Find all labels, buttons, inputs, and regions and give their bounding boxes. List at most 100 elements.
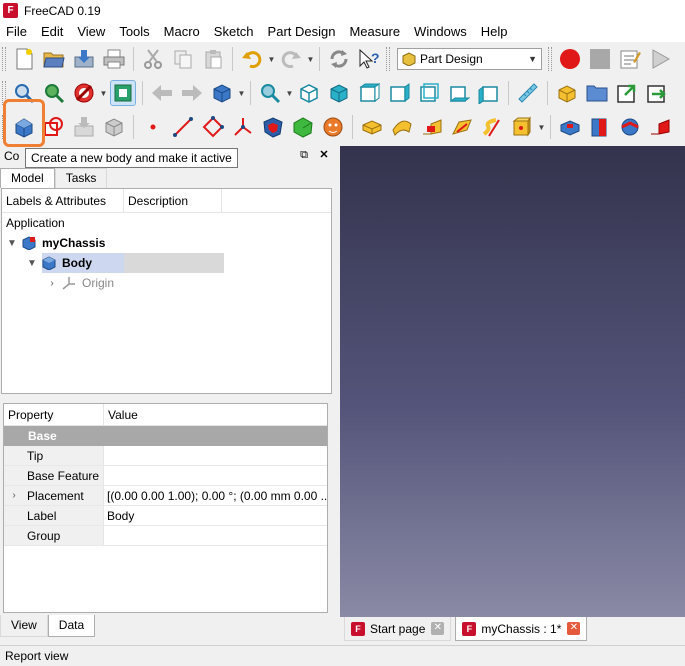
new-document-icon[interactable] — [11, 46, 37, 72]
rear-view-icon[interactable] — [416, 80, 442, 106]
chevron-right-icon[interactable]: › — [46, 278, 58, 289]
create-link-icon[interactable] — [614, 80, 640, 106]
toolbar-grip[interactable] — [548, 47, 552, 71]
pad-icon[interactable] — [359, 114, 385, 140]
tree-column-description[interactable]: Description — [124, 189, 222, 212]
toolbar-grip[interactable] — [2, 81, 6, 105]
draw-style-dropdown-icon[interactable]: ▼ — [99, 80, 108, 106]
paste-icon[interactable] — [200, 46, 226, 72]
chevron-down-icon[interactable]: ▼ — [6, 238, 18, 249]
toolbar-grip[interactable] — [2, 115, 6, 139]
tree-column-labels[interactable]: Labels & Attributes — [2, 189, 124, 212]
bottom-view-icon[interactable] — [446, 80, 472, 106]
menu-edit[interactable]: Edit — [34, 21, 70, 42]
fit-all-icon[interactable] — [11, 80, 37, 106]
redo-dropdown-icon[interactable]: ▼ — [306, 46, 315, 72]
sync-view-dropdown-icon[interactable]: ▼ — [237, 80, 246, 106]
refresh-icon[interactable] — [326, 46, 352, 72]
back-arrow-icon[interactable] — [149, 80, 175, 106]
property-row[interactable]: › Placement [(0.00 0.00 1.00); 0.00 °; (… — [4, 486, 327, 506]
menu-help[interactable]: Help — [474, 21, 515, 42]
datum-plane-icon[interactable] — [200, 114, 226, 140]
menu-tools[interactable]: Tools — [112, 21, 156, 42]
additive-primitive-dropdown-icon[interactable]: ▼ — [537, 114, 546, 140]
hole-icon[interactable] — [587, 114, 613, 140]
menu-part-design[interactable]: Part Design — [261, 21, 343, 42]
macro-record-icon[interactable] — [557, 46, 583, 72]
tree-item-origin[interactable]: › Origin — [2, 273, 331, 293]
create-group-icon[interactable] — [584, 80, 610, 106]
clone-binder-icon[interactable] — [320, 114, 346, 140]
property-value[interactable] — [104, 526, 327, 545]
right-view-icon[interactable] — [386, 80, 412, 106]
datum-line-icon[interactable] — [170, 114, 196, 140]
report-view-bar[interactable]: Report view — [0, 645, 685, 666]
front-view-icon[interactable] — [326, 80, 352, 106]
close-panel-icon[interactable]: ✕ — [317, 148, 331, 162]
property-group-base[interactable]: Base — [4, 426, 327, 446]
additive-primitive-icon[interactable] — [509, 114, 535, 140]
chevron-right-icon[interactable]: › — [4, 486, 24, 505]
additive-helix-icon[interactable] — [479, 114, 505, 140]
toolbar-grip[interactable] — [386, 47, 390, 71]
validate-sketch-icon[interactable] — [71, 114, 97, 140]
cut-icon[interactable] — [140, 46, 166, 72]
property-row[interactable]: Tip — [4, 446, 327, 466]
macro-execute-icon[interactable] — [647, 46, 673, 72]
bounding-box-icon[interactable] — [110, 80, 136, 106]
datum-point-icon[interactable] — [140, 114, 166, 140]
tab-model[interactable]: Model — [0, 168, 55, 188]
property-value[interactable]: [(0.00 0.00 1.00); 0.00 °; (0.00 mm 0.00… — [104, 486, 327, 505]
property-row[interactable]: Label Body — [4, 506, 327, 526]
redo-icon[interactable] — [278, 46, 304, 72]
forward-arrow-icon[interactable] — [179, 80, 205, 106]
groove-icon[interactable] — [617, 114, 643, 140]
zoom-icon[interactable] — [257, 80, 283, 106]
measure-distance-icon[interactable] — [515, 80, 541, 106]
tab-start-page[interactable]: F Start page ✕ — [344, 617, 452, 641]
copy-icon[interactable] — [170, 46, 196, 72]
tree-item-body[interactable]: ▼ Body — [2, 253, 331, 273]
menu-macro[interactable]: Macro — [157, 21, 207, 42]
macro-stop-icon[interactable] — [587, 46, 613, 72]
property-row[interactable]: Group — [4, 526, 327, 546]
property-row[interactable]: Base Feature — [4, 466, 327, 486]
sync-view-icon[interactable] — [209, 80, 235, 106]
shape-binder-icon[interactable] — [260, 114, 286, 140]
toolbar-grip[interactable] — [2, 47, 6, 71]
undo-icon[interactable] — [239, 46, 265, 72]
property-column-name[interactable]: Property — [4, 404, 104, 425]
tab-data[interactable]: Data — [47, 615, 96, 637]
property-column-value[interactable]: Value — [104, 404, 138, 425]
left-view-icon[interactable] — [476, 80, 502, 106]
create-body-icon[interactable] — [11, 114, 37, 140]
save-icon[interactable] — [71, 46, 97, 72]
chevron-down-icon[interactable]: ▼ — [26, 258, 38, 269]
clone-icon[interactable] — [101, 114, 127, 140]
local-coordinate-system-icon[interactable] — [230, 114, 256, 140]
revolution-icon[interactable] — [389, 114, 415, 140]
menu-view[interactable]: View — [70, 21, 112, 42]
isometric-view-icon[interactable] — [296, 80, 322, 106]
subtractive-loft-icon[interactable] — [647, 114, 673, 140]
tree-item-application[interactable]: Application — [2, 213, 331, 233]
menu-sketch[interactable]: Sketch — [207, 21, 261, 42]
fit-selection-icon[interactable] — [41, 80, 67, 106]
additive-loft-icon[interactable] — [419, 114, 445, 140]
open-folder-icon[interactable] — [41, 46, 67, 72]
float-panel-icon[interactable]: ⧉ — [297, 148, 311, 162]
3d-viewport[interactable] — [340, 146, 685, 617]
create-sketch-icon[interactable] — [41, 114, 67, 140]
close-icon[interactable]: ✕ — [567, 622, 581, 635]
pocket-icon[interactable] — [557, 114, 583, 140]
create-part-icon[interactable] — [554, 80, 580, 106]
workbench-selector[interactable]: Part Design ▼ — [397, 48, 542, 70]
property-value[interactable] — [104, 466, 327, 485]
top-view-icon[interactable] — [356, 80, 382, 106]
menu-measure[interactable]: Measure — [342, 21, 407, 42]
print-icon[interactable] — [101, 46, 127, 72]
property-value[interactable] — [104, 446, 327, 465]
menu-file[interactable]: File — [0, 21, 34, 42]
close-icon[interactable]: ✕ — [431, 622, 445, 635]
whats-this-icon[interactable]: ? — [356, 46, 382, 72]
